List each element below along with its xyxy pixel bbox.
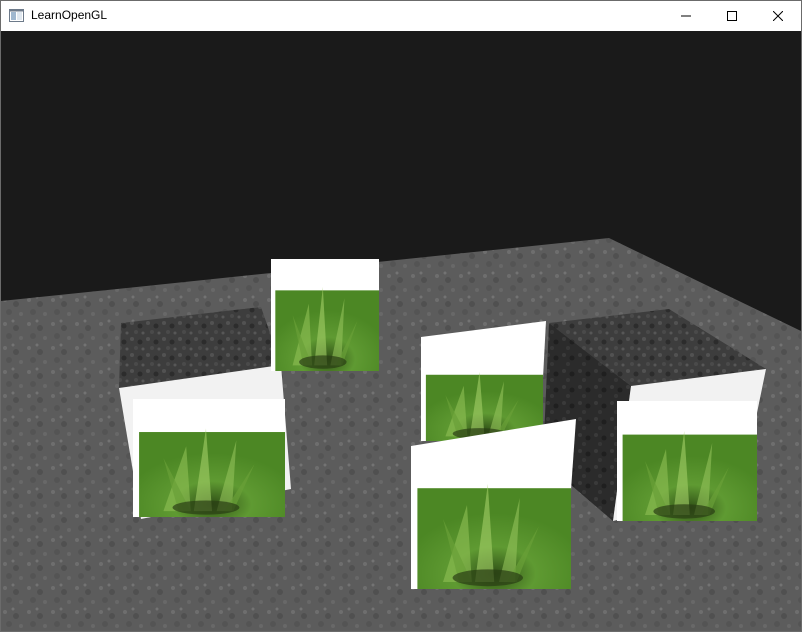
grass-quad-front <box>411 419 576 589</box>
app-window-icon <box>9 9 25 23</box>
maximize-icon <box>727 11 737 21</box>
title-bar[interactable]: LearnOpenGL <box>1 1 801 31</box>
window-title: LearnOpenGL <box>31 8 108 22</box>
close-button[interactable] <box>755 1 801 31</box>
opengl-viewport[interactable] <box>1 31 801 631</box>
application-window: LearnOpenGL <box>0 0 802 632</box>
cube-left <box>119 307 291 519</box>
close-icon <box>773 11 783 21</box>
maximize-button[interactable] <box>709 1 755 31</box>
grass-quad-center <box>421 321 546 441</box>
grass-quad-back <box>271 259 379 371</box>
minimize-button[interactable] <box>663 1 709 31</box>
minimize-icon <box>681 15 691 17</box>
